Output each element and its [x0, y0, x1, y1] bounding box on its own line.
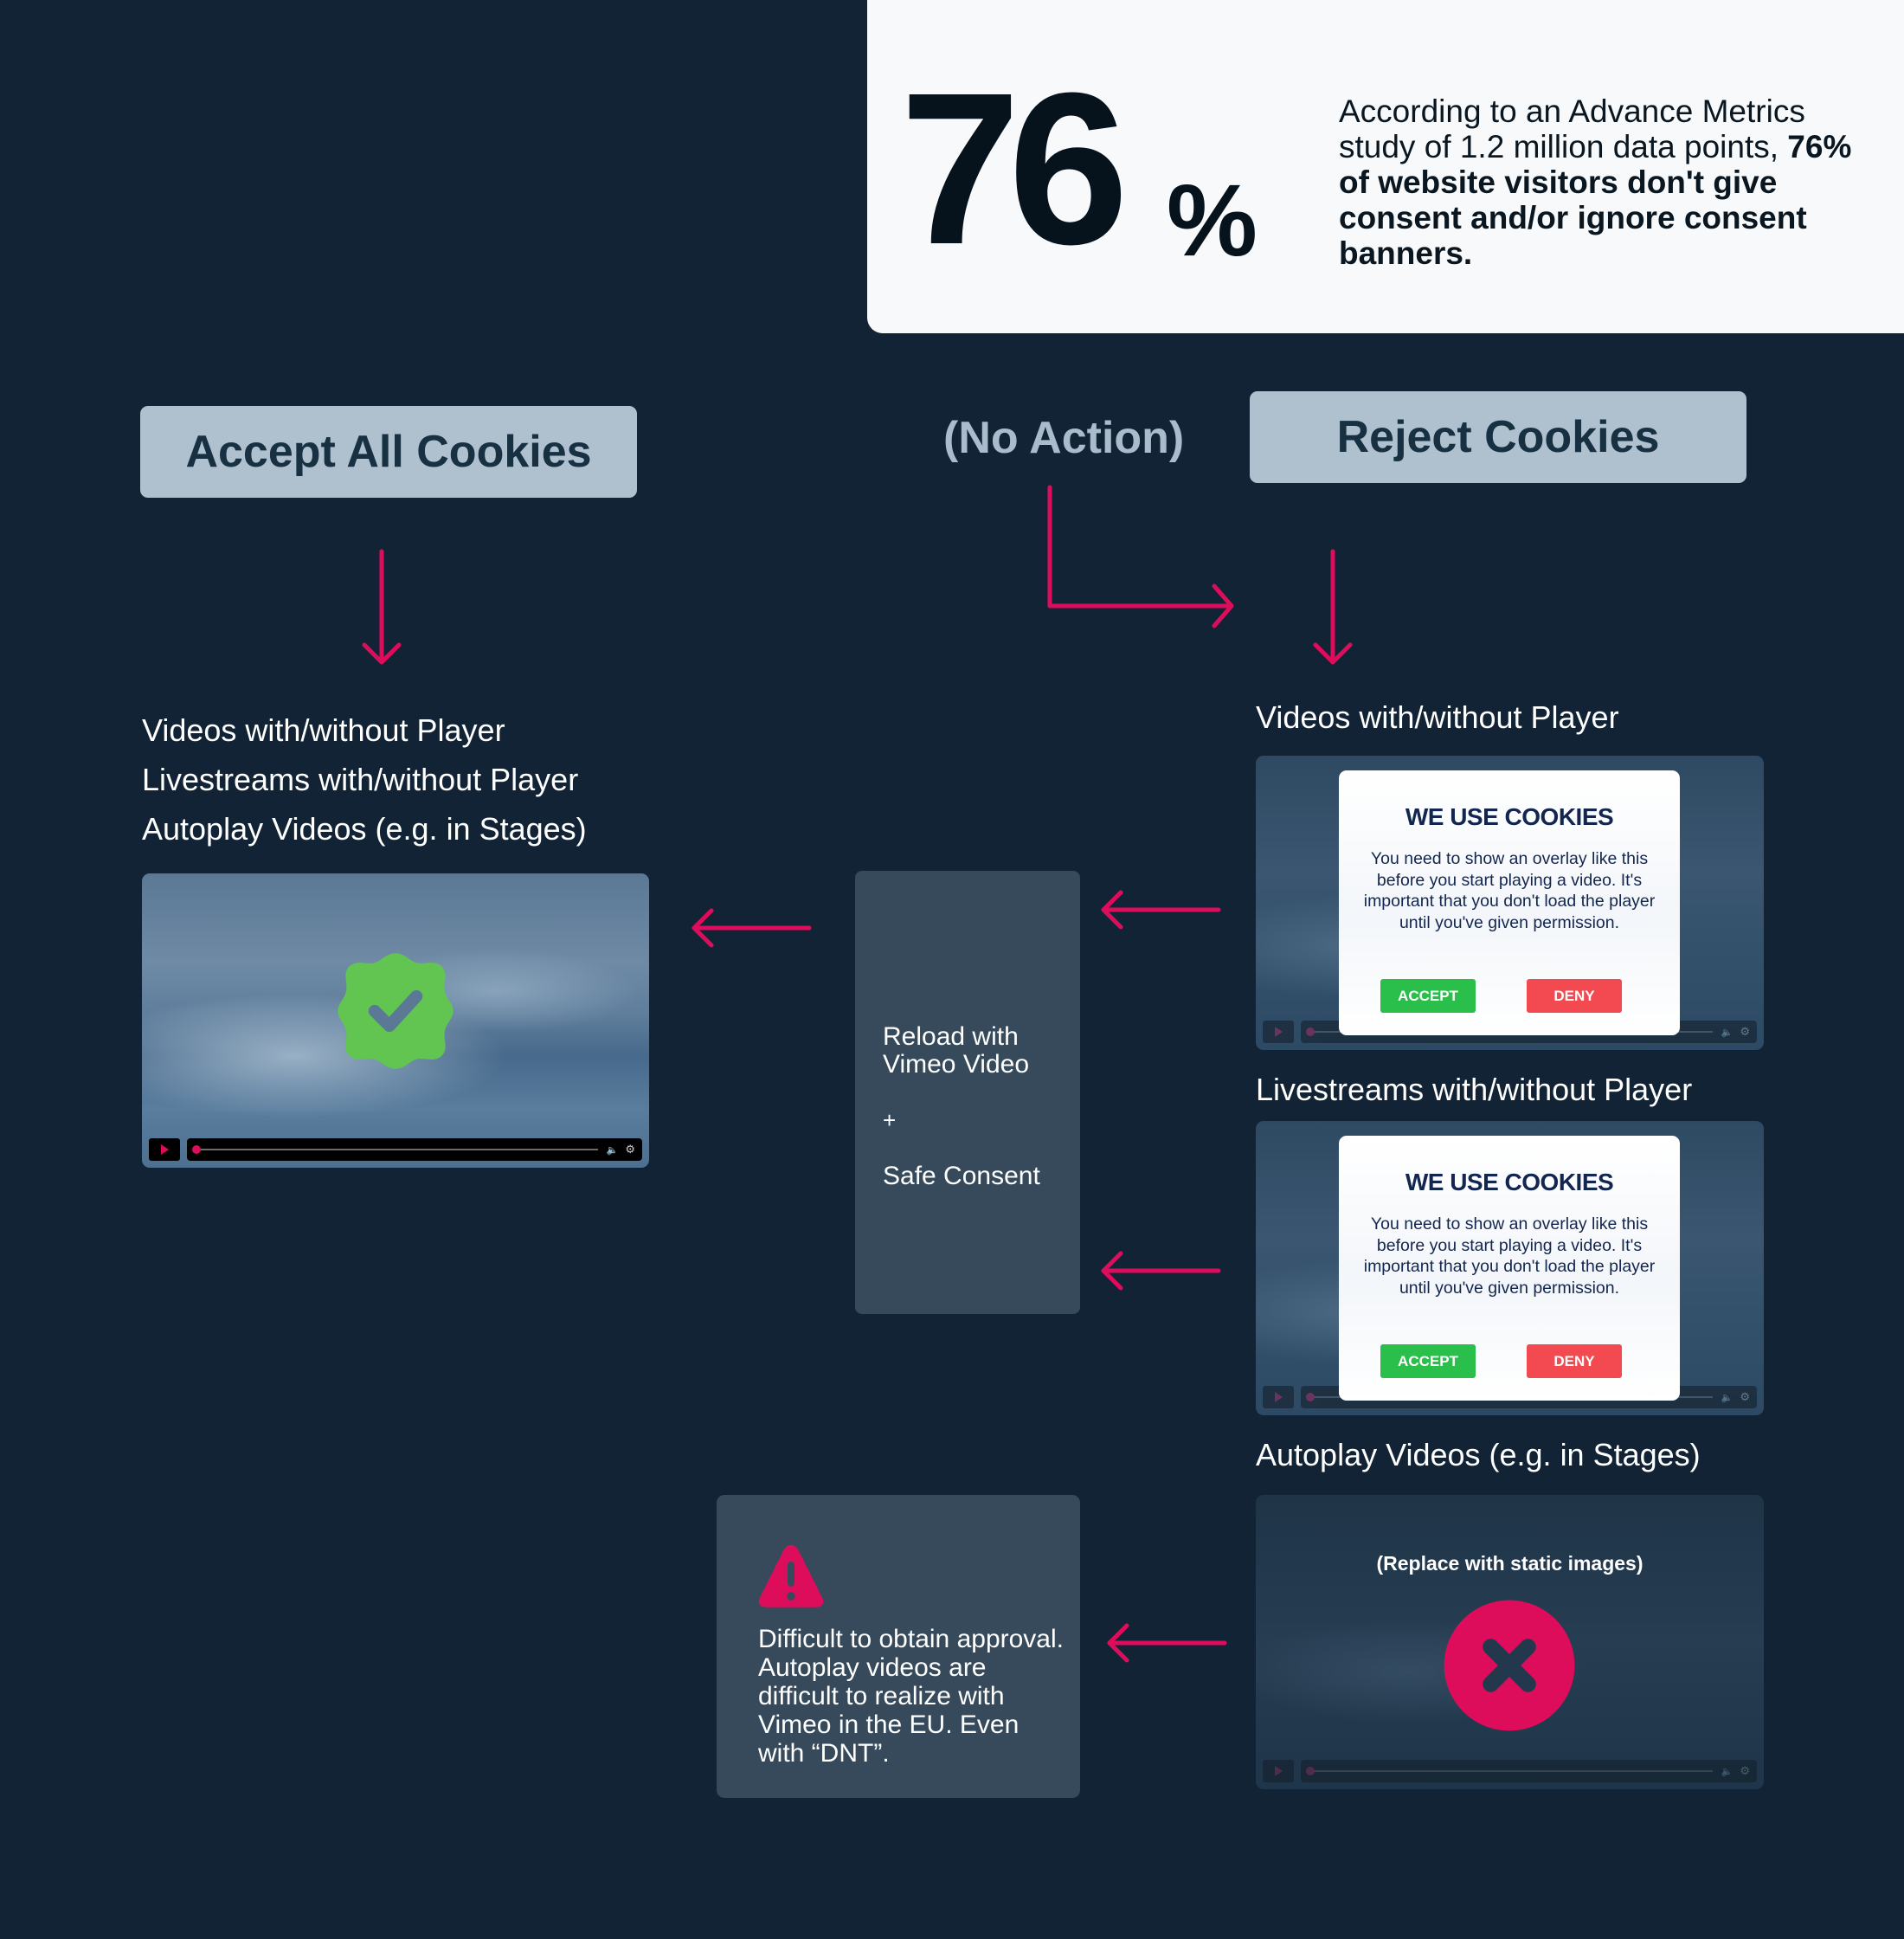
- accept-list-item: Autoplay Videos (e.g. in Stages): [142, 811, 587, 847]
- settings-gear-icon: ⚙: [1740, 1390, 1750, 1403]
- accept-list-item: Livestreams with/without Player: [142, 762, 579, 797]
- arrow-down-accept: [362, 549, 402, 665]
- progress-knob: [1306, 1393, 1315, 1401]
- stat-number: 76: [900, 48, 1129, 289]
- modal-body: You need to show an overlay like this be…: [1363, 849, 1656, 932]
- settings-gear-icon: ⚙: [1740, 1025, 1750, 1038]
- reject-section-label: Videos with/without Player: [1256, 699, 1619, 735]
- stat-description-plain: According to an Advance Metrics study of…: [1339, 93, 1805, 164]
- play-icon: [1274, 1392, 1283, 1402]
- warning-box: Difficult to obtain approval. Autoplay v…: [717, 1495, 1080, 1798]
- play-icon: [1274, 1027, 1283, 1037]
- volume-icon: 🔈: [1721, 1027, 1734, 1038]
- arrow-no-action-to-reject: [1047, 485, 1234, 628]
- player-controls: 🔈 ⚙: [149, 1138, 642, 1161]
- settings-gear-icon: ⚙: [1740, 1764, 1750, 1777]
- play-button[interactable]: [149, 1138, 180, 1161]
- accept-list-item: Videos with/without Player: [142, 712, 505, 748]
- warning-triangle-icon: [758, 1544, 824, 1607]
- arrow-video-to-reload: [1101, 890, 1221, 930]
- arrow-livestream-to-reload: [1101, 1251, 1221, 1291]
- progress-bar: 🔈 ⚙: [1301, 1760, 1757, 1782]
- reject-section-label: Autoplay Videos (e.g. in Stages): [1256, 1437, 1701, 1472]
- blocked-autoplay-player: (Replace with static images) 🔈 ⚙: [1256, 1495, 1764, 1789]
- autoplay-overlay-text: (Replace with static images): [1376, 1552, 1643, 1575]
- settings-gear-icon[interactable]: ⚙: [625, 1143, 635, 1156]
- verified-check-badge-icon: [338, 953, 453, 1069]
- player-controls: 🔈 ⚙: [1263, 1760, 1757, 1782]
- modal-body: You need to show an overlay like this be…: [1363, 1214, 1656, 1298]
- progress-bar[interactable]: 🔈 ⚙: [187, 1138, 642, 1161]
- blocked-livestream-player: 🔈 ⚙ WE USE COOKIES You need to show an o…: [1256, 1121, 1764, 1415]
- cookie-consent-modal: WE USE COOKIES You need to show an overl…: [1339, 1136, 1680, 1401]
- reject-section-label: Livestreams with/without Player: [1256, 1072, 1693, 1107]
- modal-title: WE USE COOKIES: [1405, 803, 1614, 830]
- progress-track: [1306, 1767, 1713, 1775]
- modal-accept-button[interactable]: ACCEPT: [1380, 1344, 1476, 1378]
- stat-description: According to an Advance Metrics study of…: [1339, 93, 1875, 271]
- progress-knob[interactable]: [192, 1145, 201, 1154]
- modal-accept-button[interactable]: ACCEPT: [1380, 979, 1476, 1013]
- reload-safe-consent-box: Reload with Vimeo Video + Safe Consent: [855, 871, 1080, 1314]
- stat-percent-sign: %: [1167, 164, 1258, 278]
- modal-deny-button[interactable]: DENY: [1527, 1344, 1622, 1378]
- reject-cookies-button[interactable]: Reject Cookies: [1250, 391, 1746, 483]
- blocked-x-circle-icon: [1444, 1600, 1575, 1731]
- blocked-video-player: 🔈 ⚙ WE USE COOKIES You need to show an o…: [1256, 756, 1764, 1050]
- volume-icon: 🔈: [1721, 1392, 1734, 1403]
- play-button: [1263, 1021, 1294, 1043]
- accepted-video-player[interactable]: 🔈 ⚙: [142, 873, 649, 1168]
- arrow-reload-to-accept-video: [691, 908, 812, 948]
- volume-icon: 🔈: [1721, 1766, 1734, 1777]
- reload-line-1: Reload with: [883, 1022, 1019, 1051]
- volume-icon[interactable]: 🔈: [607, 1144, 619, 1156]
- play-button: [1263, 1760, 1294, 1782]
- reload-line-2: Vimeo Video: [883, 1050, 1030, 1079]
- plus-sign: +: [883, 1107, 897, 1133]
- progress-knob: [1306, 1767, 1315, 1775]
- progress-track[interactable]: [192, 1145, 598, 1154]
- warning-text: Difficult to obtain approval. Autoplay v…: [758, 1625, 1064, 1768]
- play-button: [1263, 1386, 1294, 1408]
- play-icon: [160, 1144, 169, 1155]
- reload-line-3: Safe Consent: [883, 1162, 1040, 1190]
- progress-knob: [1306, 1027, 1315, 1036]
- modal-deny-button[interactable]: DENY: [1527, 979, 1622, 1013]
- modal-title: WE USE COOKIES: [1405, 1169, 1614, 1195]
- cookie-consent-modal: WE USE COOKIES You need to show an overl…: [1339, 770, 1680, 1035]
- arrow-down-reject: [1313, 549, 1353, 665]
- play-icon: [1274, 1766, 1283, 1776]
- accept-all-cookies-button[interactable]: Accept All Cookies: [140, 406, 637, 498]
- no-action-label: (No Action): [943, 413, 1185, 463]
